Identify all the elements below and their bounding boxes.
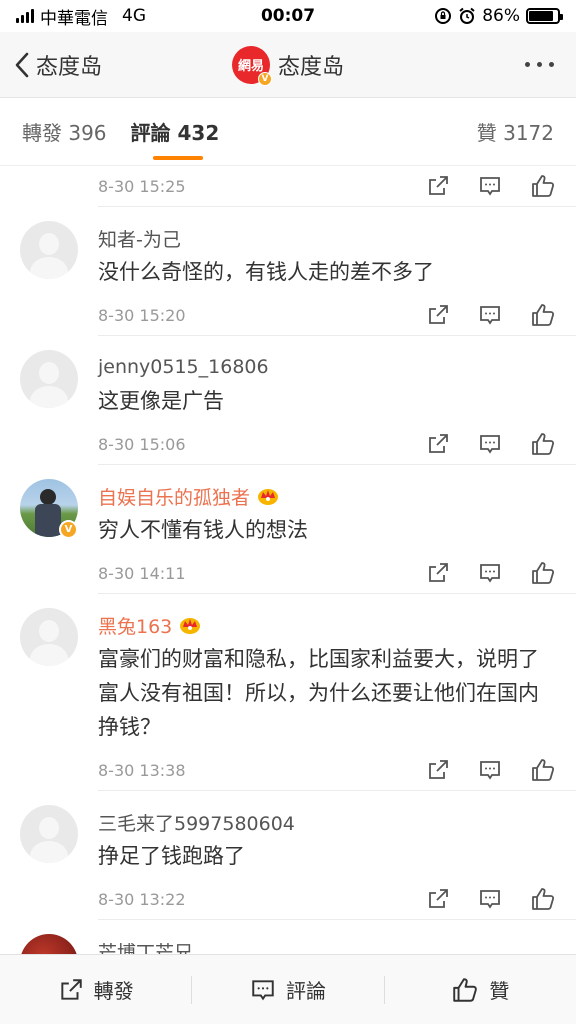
comment-meta: 8-30 13:38 (0, 750, 576, 790)
bottom-action-bar: 轉發 評論 贊 (0, 954, 576, 1024)
comment-text: 挣足了钱跑路了 (98, 844, 245, 868)
comment-meta: 8-30 15:25 (0, 166, 576, 206)
rotation-lock-icon (435, 8, 452, 24)
share-icon[interactable] (426, 758, 450, 782)
dot-icon (549, 62, 554, 67)
comment-list[interactable]: 8-30 15:25 知者-为己 没什么奇怪的，有钱人走的差不多了 8-30 1… (0, 166, 576, 954)
commenter-name-text: 三毛来了5997580604 (98, 812, 295, 835)
network-type: 4G (122, 6, 146, 26)
comment-time: 8-30 15:20 (98, 305, 186, 325)
share-icon[interactable] (426, 561, 450, 585)
thumbs-up-icon[interactable] (530, 886, 556, 912)
comment-meta: 8-30 15:20 (0, 295, 576, 335)
back-button[interactable]: 态度岛 (0, 49, 200, 81)
thumbs-up-icon (453, 977, 478, 1002)
clock: 00:07 (260, 6, 316, 26)
thumbs-up-icon[interactable] (530, 431, 556, 457)
comment-item[interactable]: jenny0515_16806 这更像是广告 8-30 15:06 (20, 335, 576, 464)
thumbs-up-icon[interactable] (530, 302, 556, 328)
comment-icon (252, 979, 274, 1000)
commenter-name-text: 自娱自乐的孤独者 (98, 486, 251, 509)
tab-comments[interactable]: 評論 432 (131, 98, 219, 166)
thumbs-up-icon[interactable] (530, 560, 556, 586)
comment-time: 8-30 13:38 (98, 760, 186, 780)
tab-reposts[interactable]: 轉發 396 (22, 98, 107, 166)
commenter-name[interactable]: jenny0515_16806 (98, 352, 556, 382)
comment-icon[interactable] (478, 174, 502, 198)
comment-icon[interactable] (478, 758, 502, 782)
commenter-name-text: 黑兔163 (98, 615, 173, 638)
default-avatar[interactable] (20, 608, 78, 666)
commenter-name[interactable]: 黑兔163 (98, 610, 556, 640)
comment-item[interactable]: 芒博丁芒兄 (20, 919, 576, 955)
vip-crown-icon (258, 489, 279, 505)
alarm-icon (459, 7, 475, 24)
user-photo-avatar[interactable] (20, 934, 78, 954)
comment-item[interactable]: 知者-为己 没什么奇怪的，有钱人走的差不多了 8-30 15:20 (20, 206, 576, 335)
thumbs-up-icon[interactable] (530, 757, 556, 783)
dot-icon (525, 62, 530, 67)
comment-button[interactable]: 評論 (192, 975, 383, 1004)
more-options-button[interactable] (376, 62, 576, 67)
vip-crown-icon (180, 618, 201, 634)
comment-text: 这更像是广告 (98, 389, 224, 413)
share-icon[interactable] (426, 432, 450, 456)
comment-icon[interactable] (478, 303, 502, 327)
commenter-name-text: 芒博丁芒兄 (98, 941, 194, 955)
comment-text: 没什么奇怪的，有钱人走的差不多了 (98, 260, 434, 284)
page-title: 态度岛 (277, 54, 344, 80)
tab-likes[interactable]: 贊 3172 (477, 98, 554, 166)
navigation-bar: 态度岛 網易 V 态度岛 (0, 32, 576, 98)
comment-item[interactable]: 三毛来了5997580604 挣足了钱跑路了 8-30 13:22 (20, 790, 576, 919)
default-avatar[interactable] (20, 221, 78, 279)
repost-button[interactable]: 轉發 (0, 975, 191, 1004)
comment-time: 8-30 15:25 (98, 176, 186, 196)
comment-text: 富豪们的财富和隐私，比国家利益要大，说明了富人没有祖国！所以，为什么还要让他们在… (98, 647, 539, 739)
signal-icon (16, 9, 34, 23)
comment-meta: 8-30 13:22 (0, 879, 576, 919)
back-label: 态度岛 (36, 54, 103, 80)
thumbs-up-icon[interactable] (530, 173, 556, 199)
commenter-name[interactable]: 芒博丁芒兄 (98, 936, 556, 955)
battery-percent: 86% (482, 6, 520, 26)
commenter-name[interactable]: 自娱自乐的孤独者 (98, 481, 556, 511)
comment-text: 穷人不懂有钱人的想法 (98, 518, 308, 542)
default-avatar[interactable] (20, 350, 78, 408)
avatar-logo-text: 網易 (237, 59, 264, 74)
commenter-name-text: 知者-为己 (98, 228, 181, 251)
battery-icon (526, 8, 563, 24)
comment-time: 8-30 14:11 (98, 563, 186, 583)
default-avatar[interactable] (20, 805, 78, 863)
comment-item[interactable]: 黑兔163 富豪们的财富和隐私，比国家利益要大，说明了富人没有祖国！所以，为什么… (20, 593, 576, 790)
share-icon[interactable] (426, 887, 450, 911)
chevron-left-icon (15, 52, 29, 77)
comment-meta: 8-30 15:06 (0, 424, 576, 464)
like-label: 贊 (489, 979, 510, 1003)
tab-bar: 轉發 396 評論 432 贊 3172 (0, 98, 576, 166)
share-icon (61, 978, 82, 1000)
comment-meta: 8-30 14:11 (0, 553, 576, 593)
carrier: 中華電信 (40, 8, 108, 29)
repost-label: 轉發 (93, 979, 134, 1003)
comment-time: 8-30 15:06 (98, 434, 186, 454)
comment-time: 8-30 13:22 (98, 889, 186, 909)
share-icon[interactable] (426, 174, 450, 198)
commenter-name-text: jenny0515_16806 (98, 356, 269, 378)
dot-icon (537, 62, 542, 67)
comment-item[interactable]: V 自娱自乐的孤独者 穷人不懂有钱人的想法 8-30 14:11 (20, 464, 576, 593)
comment-icon[interactable] (478, 887, 502, 911)
account-avatar[interactable]: 網易 V (231, 45, 272, 86)
like-button[interactable]: 贊 (385, 975, 576, 1004)
comment-icon[interactable] (478, 561, 502, 585)
verified-icon: V (59, 520, 78, 539)
commenter-name[interactable]: 知者-为己 (98, 223, 556, 253)
verified-icon: V (257, 71, 272, 86)
comment-label: 評論 (285, 979, 326, 1003)
share-icon[interactable] (426, 303, 450, 327)
status-bar: 中華電信 4G 00:07 86% (0, 0, 576, 32)
commenter-name[interactable]: 三毛来了5997580604 (98, 807, 556, 837)
comment-icon[interactable] (478, 432, 502, 456)
